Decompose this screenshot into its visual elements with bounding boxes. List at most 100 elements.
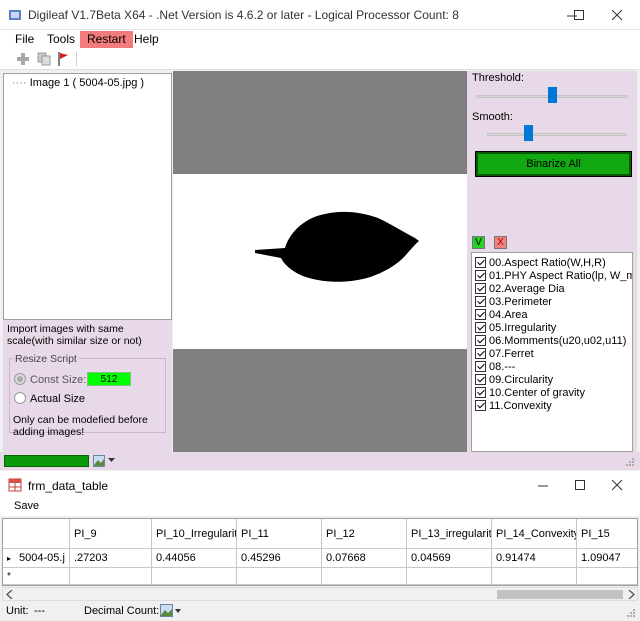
- column-header[interactable]: PI_12: [322, 519, 407, 549]
- feature-checkbox[interactable]: 09.Circularity: [475, 373, 553, 386]
- feature-label: 08.---: [489, 360, 516, 373]
- column-header[interactable]: PI_11: [237, 519, 322, 549]
- checkbox-checked-icon: [475, 335, 486, 346]
- horizontal-scrollbar[interactable]: [2, 587, 638, 601]
- add-icon[interactable]: [16, 52, 30, 66]
- feature-checklist[interactable]: 00.Aspect Ratio(W,H,R) 01.PHY Aspect Rat…: [471, 252, 633, 452]
- table-cell[interactable]: 0.44056: [152, 549, 237, 568]
- checkbox-checked-icon: [475, 400, 486, 411]
- feature-checkbox[interactable]: 05.Irregularity: [475, 321, 556, 334]
- unit-label: Unit:: [6, 605, 29, 617]
- feature-checkbox[interactable]: 04.Area: [475, 308, 528, 321]
- scroll-right-icon[interactable]: [627, 590, 635, 599]
- feature-checkbox[interactable]: 03.Perimeter: [475, 295, 552, 308]
- table-cell[interactable]: [407, 568, 492, 585]
- column-header[interactable]: PI_10_Irregularity: [152, 519, 237, 549]
- actual-size-radio[interactable]: [14, 392, 26, 404]
- feature-checkbox[interactable]: 00.Aspect Ratio(W,H,R): [475, 256, 606, 269]
- checkbox-checked-icon: [475, 374, 486, 385]
- checkbox-checked-icon: [475, 322, 486, 333]
- clear-all-button[interactable]: X: [494, 236, 507, 249]
- preview-canvas: [173, 174, 467, 349]
- menu-help[interactable]: Help: [127, 31, 166, 48]
- table-row-header[interactable]: ▸ 5004-05.j: [3, 549, 70, 568]
- menu-file[interactable]: File: [8, 31, 41, 48]
- checkbox-checked-icon: [475, 361, 486, 372]
- table-cell[interactable]: [70, 568, 152, 585]
- menu-restart[interactable]: Restart: [80, 31, 133, 48]
- table-cell[interactable]: 0.45296: [237, 549, 322, 568]
- scroll-left-icon[interactable]: [6, 590, 14, 599]
- const-size-radio[interactable]: [14, 373, 26, 385]
- app-icon: [9, 10, 21, 20]
- resize-grip-icon: [626, 458, 634, 466]
- table-close-button[interactable]: [594, 471, 640, 499]
- table-cell[interactable]: 0.07668: [322, 549, 407, 568]
- image-icon[interactable]: [93, 455, 105, 467]
- tree-item-image[interactable]: ···· Image 1 ( 5004-05.jpg ): [12, 77, 144, 89]
- row-header-corner: [3, 519, 70, 549]
- checkbox-checked-icon: [475, 283, 486, 294]
- feature-checkbox[interactable]: 08.---: [475, 360, 515, 373]
- feature-label: 04.Area: [489, 308, 528, 321]
- checkbox-checked-icon: [475, 309, 486, 320]
- select-all-button[interactable]: V: [472, 236, 485, 249]
- threshold-label: Threshold:: [472, 72, 524, 84]
- status-strip: [0, 452, 640, 470]
- table-cell[interactable]: [152, 568, 237, 585]
- checkbox-checked-icon: [475, 270, 486, 281]
- image-icon[interactable]: [160, 604, 173, 617]
- resize-grip-icon: [627, 609, 635, 617]
- feature-label: 01.PHY Aspect Ratio(lp, W_max, W: [489, 269, 633, 282]
- tree-line-icon: ····: [12, 77, 27, 89]
- const-size-input[interactable]: 512: [87, 372, 131, 386]
- feature-label: 05.Irregularity: [489, 321, 557, 334]
- copy-icon[interactable]: [37, 52, 51, 66]
- leaf-silhouette-icon: [255, 211, 419, 282]
- table-cell[interactable]: [492, 568, 577, 585]
- column-header[interactable]: PI_13_irregularity_s: [407, 519, 492, 549]
- image-preview[interactable]: [173, 71, 467, 452]
- binarize-all-button[interactable]: Binarize All: [475, 151, 632, 177]
- new-row-header[interactable]: *: [3, 568, 70, 585]
- table-cell[interactable]: [237, 568, 322, 585]
- threshold-slider[interactable]: [477, 87, 627, 113]
- table-cell[interactable]: .27203: [70, 549, 152, 568]
- table-cell[interactable]: 0.04569: [407, 549, 492, 568]
- table-window-icon: [8, 478, 22, 492]
- toolbar: [0, 48, 640, 70]
- feature-checkbox[interactable]: 10.Center of gravity: [475, 386, 585, 399]
- feature-checkbox[interactable]: 02.Average Dia: [475, 282, 565, 295]
- feature-checkbox[interactable]: 01.PHY Aspect Ratio(lp, W_max, W: [475, 269, 633, 282]
- smooth-label: Smooth:: [472, 111, 513, 123]
- table-cell[interactable]: 0.91474: [492, 549, 577, 568]
- data-grid[interactable]: PI_9 PI_10_Irregularity PI_11 PI_12 PI_1…: [2, 518, 638, 586]
- image-tree[interactable]: ···· Image 1 ( 5004-05.jpg ): [3, 73, 172, 320]
- data-table-title: frm_data_table: [28, 479, 109, 493]
- menu-tools[interactable]: Tools: [40, 31, 82, 48]
- table-cell[interactable]: [577, 568, 637, 585]
- smooth-slider[interactable]: [487, 125, 627, 151]
- column-header[interactable]: PI_15: [577, 519, 637, 549]
- feature-label: 00.Aspect Ratio(W,H,R): [489, 256, 606, 269]
- data-table-menu-bar: Save: [0, 499, 640, 516]
- maximize-icon: [574, 479, 585, 490]
- feature-label: 06.Momments(u20,u02,u11): [489, 334, 627, 347]
- chevron-down-icon[interactable]: [175, 609, 182, 614]
- current-row-icon: ▸: [7, 553, 12, 563]
- feature-checkbox[interactable]: 07.Ferret: [475, 347, 534, 360]
- table-cell[interactable]: [322, 568, 407, 585]
- feature-checkbox[interactable]: 06.Momments(u20,u02,u11): [475, 334, 626, 347]
- chevron-down-icon[interactable]: [108, 458, 116, 464]
- threshold-slider-thumb[interactable]: [548, 87, 557, 103]
- column-header[interactable]: PI_9: [70, 519, 152, 549]
- feature-label: 11.Convexity: [489, 399, 552, 412]
- smooth-slider-thumb[interactable]: [524, 125, 533, 141]
- close-button[interactable]: [594, 0, 640, 30]
- flag-icon[interactable]: [56, 51, 70, 67]
- feature-checkbox[interactable]: 11.Convexity: [475, 399, 552, 412]
- scrollbar-thumb[interactable]: [497, 590, 623, 599]
- save-button[interactable]: Save: [14, 500, 39, 512]
- table-cell[interactable]: 1.09047: [577, 549, 637, 568]
- column-header[interactable]: PI_14_Convexity: [492, 519, 577, 549]
